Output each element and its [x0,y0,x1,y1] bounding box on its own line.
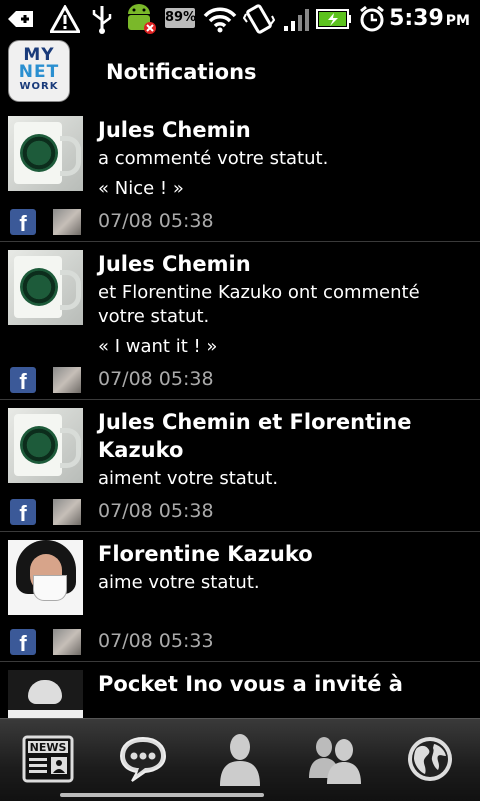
user-thumbnail [53,209,81,235]
avatar [8,408,83,483]
signal-icon [283,4,311,34]
user-thumbnail [53,629,81,655]
battery-charging-icon [316,4,352,34]
person-icon [220,734,260,786]
profile-tab[interactable] [205,727,275,791]
chat-tab[interactable] [108,727,178,791]
notification-item[interactable]: Jules Chemin a commenté votre statut. « … [0,108,480,242]
vibrate-icon [243,4,275,34]
battery-percent-badge: 89% [165,8,196,28]
app-header: MY NET WORK Notifications [0,38,480,108]
notification-message: a commenté votre statut. [98,148,329,169]
app-logo[interactable]: MY NET WORK [9,41,69,101]
globe-icon [408,737,452,781]
avatar [8,116,83,191]
facebook-icon: f [10,367,36,394]
news-tab[interactable]: NEWS [13,727,83,791]
notification-author: Jules Chemin [98,118,251,142]
status-bar: 89% 5:39 PM [0,0,480,38]
logo-line-2: NET [18,62,60,82]
notification-author: Jules Chemin et Florentine Kazuko [98,410,412,462]
add-icon [6,4,36,34]
avatar [8,250,83,325]
notification-quote: « Nice ! » [98,178,184,199]
bottom-tab-bar: NEWS [0,718,480,801]
notification-quote: « I want it ! » [98,336,218,357]
clock-ampm: PM [445,13,470,29]
notification-time: 07/08 05:38 [98,368,214,390]
notification-message: aime votre statut. [98,572,260,593]
notification-author: Pocket Ino vous a invité à [98,672,403,696]
newspaper-icon: NEWS [22,735,74,783]
notification-message: et Florentine Kazuko ont commenté votre … [98,282,420,327]
facebook-icon: f [10,499,36,526]
usb-icon [90,4,114,34]
status-clock: 5:39 PM [389,4,470,36]
user-thumbnail [53,367,81,393]
notification-item[interactable]: Jules Chemin et Florentine Kazuko ont co… [0,242,480,400]
scrollbar[interactable] [60,793,264,797]
notification-item[interactable]: Pocket Ino vous a invité à [0,662,480,718]
facebook-icon: f [10,629,36,656]
notification-author: Florentine Kazuko [98,542,313,566]
logo-line-3: WORK [19,81,59,92]
notification-item[interactable]: Jules Chemin et Florentine Kazuko aiment… [0,400,480,532]
notification-message: aiment votre statut. [98,468,279,489]
warning-icon [50,4,80,34]
notification-author: Jules Chemin [98,252,251,276]
notification-item[interactable]: Florentine Kazuko aime votre statut. f 0… [0,532,480,662]
android-icon [122,4,158,34]
friends-tab[interactable] [300,727,370,791]
people-icon [309,737,361,784]
facebook-icon: f [10,209,36,236]
avatar [8,670,83,718]
news-label: NEWS [30,741,67,754]
user-thumbnail [53,499,81,525]
notification-list[interactable]: Jules Chemin a commenté votre statut. « … [0,108,480,718]
clock-time: 5:39 [389,6,444,31]
notification-time: 07/08 05:38 [98,210,214,232]
chat-bubble-icon [119,736,167,782]
avatar [8,540,83,615]
page-title: Notifications [106,60,257,84]
globe-tab[interactable] [395,727,465,791]
notification-time: 07/08 05:33 [98,630,214,652]
wifi-icon [202,4,238,34]
notification-time: 07/08 05:38 [98,500,214,522]
alarm-icon [357,4,387,34]
